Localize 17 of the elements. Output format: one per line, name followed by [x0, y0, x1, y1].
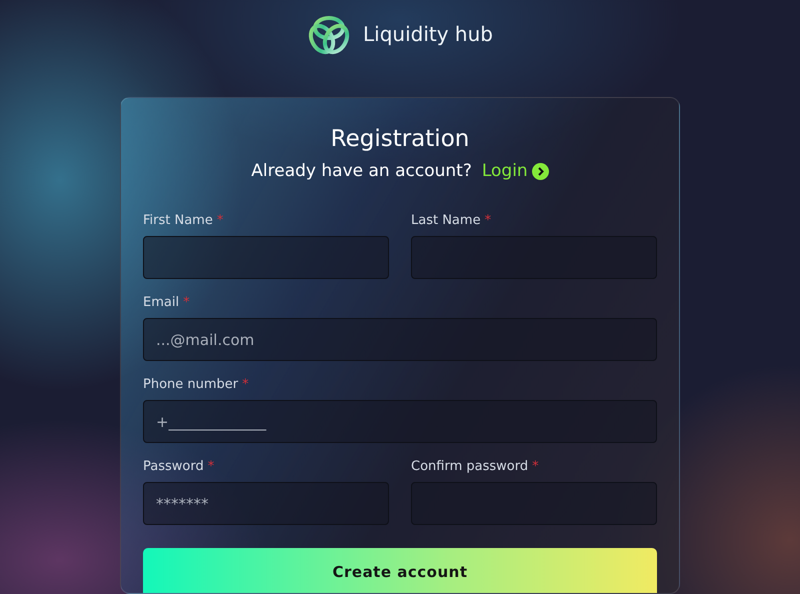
account-prompt: Already have an account? — [251, 161, 472, 181]
login-link[interactable]: Login — [482, 161, 549, 181]
form-title: Registration — [330, 126, 470, 152]
field-label: Email * — [143, 295, 191, 310]
field-label: Last Name * — [411, 213, 492, 228]
create-account-button[interactable]: Create account — [143, 548, 657, 593]
brand-name: Liquidity hub — [363, 22, 493, 46]
input-field[interactable]: ...@mail.com — [143, 318, 657, 361]
field-label: First Name * — [143, 213, 224, 228]
input-field[interactable] — [411, 236, 657, 279]
input-field[interactable] — [143, 236, 389, 279]
field-label: Phone number * — [143, 377, 250, 392]
input-field[interactable] — [411, 482, 657, 525]
input-field[interactable]: ******* — [143, 482, 389, 525]
field-label: Password * — [143, 459, 216, 474]
input-field[interactable]: +_____________ — [143, 400, 657, 443]
field-label: Confirm password * — [411, 459, 540, 474]
